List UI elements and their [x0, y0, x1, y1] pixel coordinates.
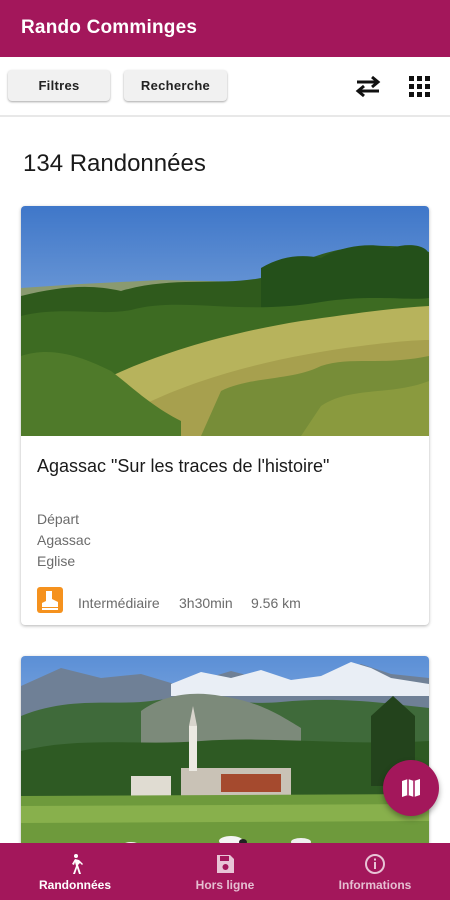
hiker-icon: [72, 854, 83, 874]
departure-town: Agassac: [37, 532, 91, 548]
village-mountains-photo: [21, 656, 429, 843]
nav-informations[interactable]: Informations: [300, 843, 450, 900]
nav-label: Hors ligne: [195, 878, 255, 892]
nav-randonnees[interactable]: Randonnées: [0, 843, 150, 900]
swap-arrows-icon[interactable]: [353, 73, 383, 99]
filters-button[interactable]: Filtres: [8, 70, 110, 101]
departure-label: Départ: [37, 511, 80, 527]
bottom-navigation: Randonnées Hors ligne Informations: [0, 843, 450, 900]
hills-landscape-photo: [21, 206, 429, 436]
departure-place: Eglise: [37, 553, 76, 569]
app-title: Rando Comminges: [21, 17, 198, 38]
filter-toolbar: Filtres Recherche: [0, 57, 450, 117]
app-bar: Rando Comminges: [0, 0, 450, 57]
map-icon: [402, 779, 420, 797]
difficulty-label: Intermédiaire: [78, 595, 160, 611]
results-count: 134 Randonnées: [23, 150, 206, 177]
hike-title: Agassac "Sur les traces de l'histoire": [37, 456, 330, 476]
hike-list: 134 Randonnées Agassac "Sur les traces d…: [0, 117, 450, 843]
grid-view-icon[interactable]: [406, 73, 436, 99]
hike-card[interactable]: [21, 656, 429, 843]
app-root: Rando Comminges Filtres Recherche 134 Ra…: [0, 0, 450, 900]
save-icon: [217, 855, 234, 873]
hike-card[interactable]: Agassac "Sur les traces de l'histoire" D…: [21, 206, 429, 625]
distance-label: 9.56 km: [251, 595, 301, 611]
info-icon: [365, 854, 385, 874]
duration-label: 3h30min: [179, 595, 233, 611]
nav-label: Randonnées: [38, 878, 111, 892]
nav-label: Informations: [338, 878, 412, 892]
map-view-button[interactable]: [383, 760, 439, 816]
search-button[interactable]: Recherche: [124, 70, 227, 101]
nav-hors-ligne[interactable]: Hors ligne: [150, 843, 300, 900]
hiking-boot-icon: [37, 587, 63, 613]
